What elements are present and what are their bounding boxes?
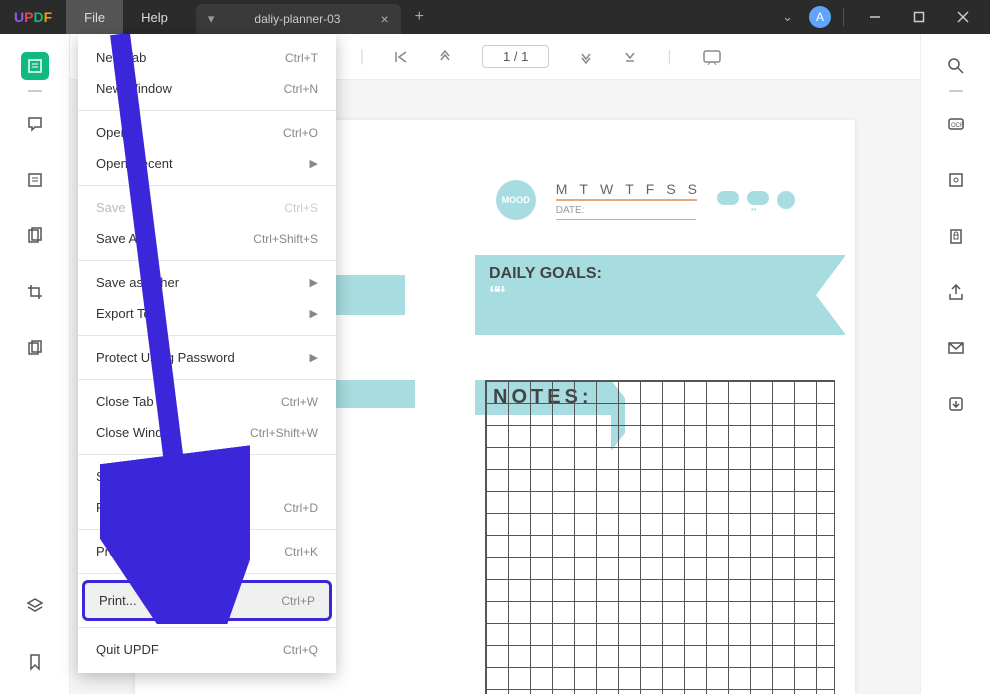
close-tab-icon[interactable]: × xyxy=(380,11,388,27)
comment-tool-icon[interactable] xyxy=(21,110,49,138)
bookmark-icon[interactable] xyxy=(21,648,49,676)
menu-save-as[interactable]: Save As...Ctrl+Shift+S xyxy=(78,223,336,254)
weekday-row: MTWTFSS xyxy=(556,181,697,201)
ocr-icon[interactable]: OCR xyxy=(942,110,970,138)
divider xyxy=(843,8,844,26)
crop-tool-icon[interactable] xyxy=(21,278,49,306)
rail-divider xyxy=(949,90,963,92)
cloud-icon xyxy=(717,191,739,205)
file-menu-dropdown: New TabCtrl+T New WindowCtrl+N Open...Ct… xyxy=(78,34,336,673)
menu-separator xyxy=(78,335,336,336)
menu-open[interactable]: Open...Ctrl+O xyxy=(78,117,336,148)
divider: | xyxy=(667,48,671,66)
maximize-button[interactable] xyxy=(900,2,938,32)
menu-save: SaveCtrl+S xyxy=(78,192,336,223)
user-avatar[interactable]: A xyxy=(809,6,831,28)
protect-icon[interactable] xyxy=(942,222,970,250)
chevron-down-icon[interactable]: ⌄ xyxy=(772,3,803,31)
menu-open-recent[interactable]: Open Recent▶ xyxy=(78,148,336,179)
title-bar: UPDF File Help ▾ daliy-planner-03 × + ⌄ … xyxy=(0,0,990,34)
menu-close-tab[interactable]: Close TabCtrl+W xyxy=(78,386,336,417)
menu-new-tab[interactable]: New TabCtrl+T xyxy=(78,42,336,73)
divider: | xyxy=(360,48,364,66)
share-icon[interactable] xyxy=(942,278,970,306)
last-page-icon[interactable] xyxy=(623,50,637,64)
email-icon[interactable] xyxy=(942,334,970,362)
first-page-icon[interactable] xyxy=(394,50,408,64)
menu-new-window[interactable]: New WindowCtrl+N xyxy=(78,73,336,104)
menu-save-other[interactable]: Save as Other▶ xyxy=(78,267,336,298)
menu-export[interactable]: Export To▶ xyxy=(78,298,336,329)
menu-separator xyxy=(78,260,336,261)
rail-divider xyxy=(28,90,42,92)
tab-pin-icon: ▾ xyxy=(208,11,215,27)
next-page-icon[interactable] xyxy=(579,50,593,64)
menu-show-in-folder[interactable]: Show in Folder xyxy=(78,461,336,492)
search-icon[interactable] xyxy=(942,52,970,80)
page-tool-icon[interactable] xyxy=(21,334,49,362)
menu-separator xyxy=(78,573,336,574)
minimize-button[interactable] xyxy=(856,2,894,32)
menu-properties[interactable]: Properties...Ctrl+D xyxy=(78,492,336,523)
submenu-arrow-icon: ▶ xyxy=(310,307,318,320)
weather-icons: •• xyxy=(717,191,795,209)
menu-quit[interactable]: Quit UPDFCtrl+Q xyxy=(78,634,336,665)
menu-separator xyxy=(78,379,336,380)
goals-title: DAILY GOALS: xyxy=(489,265,831,283)
presentation-icon[interactable] xyxy=(702,49,722,65)
menu-close-window[interactable]: Close WindowCtrl+Shift+W xyxy=(78,417,336,448)
menu-print[interactable]: Print...Ctrl+P xyxy=(82,580,332,621)
layers-icon[interactable] xyxy=(21,592,49,620)
prev-page-icon[interactable] xyxy=(438,50,452,64)
menu-separator xyxy=(78,529,336,530)
tab-title: daliy-planner-03 xyxy=(254,12,340,26)
app-logo: UPDF xyxy=(0,9,66,25)
right-toolbar: OCR xyxy=(920,34,990,694)
add-tab-icon[interactable]: + xyxy=(415,8,424,26)
organize-tool-icon[interactable] xyxy=(21,222,49,250)
menu-file[interactable]: File xyxy=(66,0,123,34)
submenu-arrow-icon: ▶ xyxy=(310,157,318,170)
menu-preferences[interactable]: Preferences...Ctrl+K xyxy=(78,536,336,567)
compress-icon[interactable] xyxy=(942,166,970,194)
submenu-arrow-icon: ▶ xyxy=(310,351,318,364)
notes-grid xyxy=(485,380,835,694)
page-indicator[interactable]: 1 / 1 xyxy=(482,45,549,68)
left-toolbar xyxy=(0,34,70,694)
quote-icon: ““ xyxy=(489,283,831,306)
menu-separator xyxy=(78,454,336,455)
menu-protect[interactable]: Protect Using Password▶ xyxy=(78,342,336,373)
sun-icon xyxy=(777,191,795,209)
document-tab[interactable]: ▾ daliy-planner-03 × xyxy=(196,4,401,34)
menu-separator xyxy=(78,185,336,186)
export-icon[interactable] xyxy=(942,390,970,418)
close-window-button[interactable] xyxy=(944,2,982,32)
menu-separator xyxy=(78,627,336,628)
goals-banner: DAILY GOALS: ““ xyxy=(475,255,845,335)
submenu-arrow-icon: ▶ xyxy=(310,276,318,289)
mood-badge: MOOD xyxy=(496,180,536,220)
cloud-rain-icon: •• xyxy=(747,191,769,205)
date-label: DATE: xyxy=(556,205,696,220)
reader-tool-icon[interactable] xyxy=(21,52,49,80)
titlebar-right: ⌄ A xyxy=(772,2,990,32)
tab-area: ▾ daliy-planner-03 × + xyxy=(196,0,772,34)
menu-separator xyxy=(78,110,336,111)
edit-tool-icon[interactable] xyxy=(21,166,49,194)
svg-text:OCR: OCR xyxy=(951,123,965,129)
menu-help[interactable]: Help xyxy=(123,0,186,34)
